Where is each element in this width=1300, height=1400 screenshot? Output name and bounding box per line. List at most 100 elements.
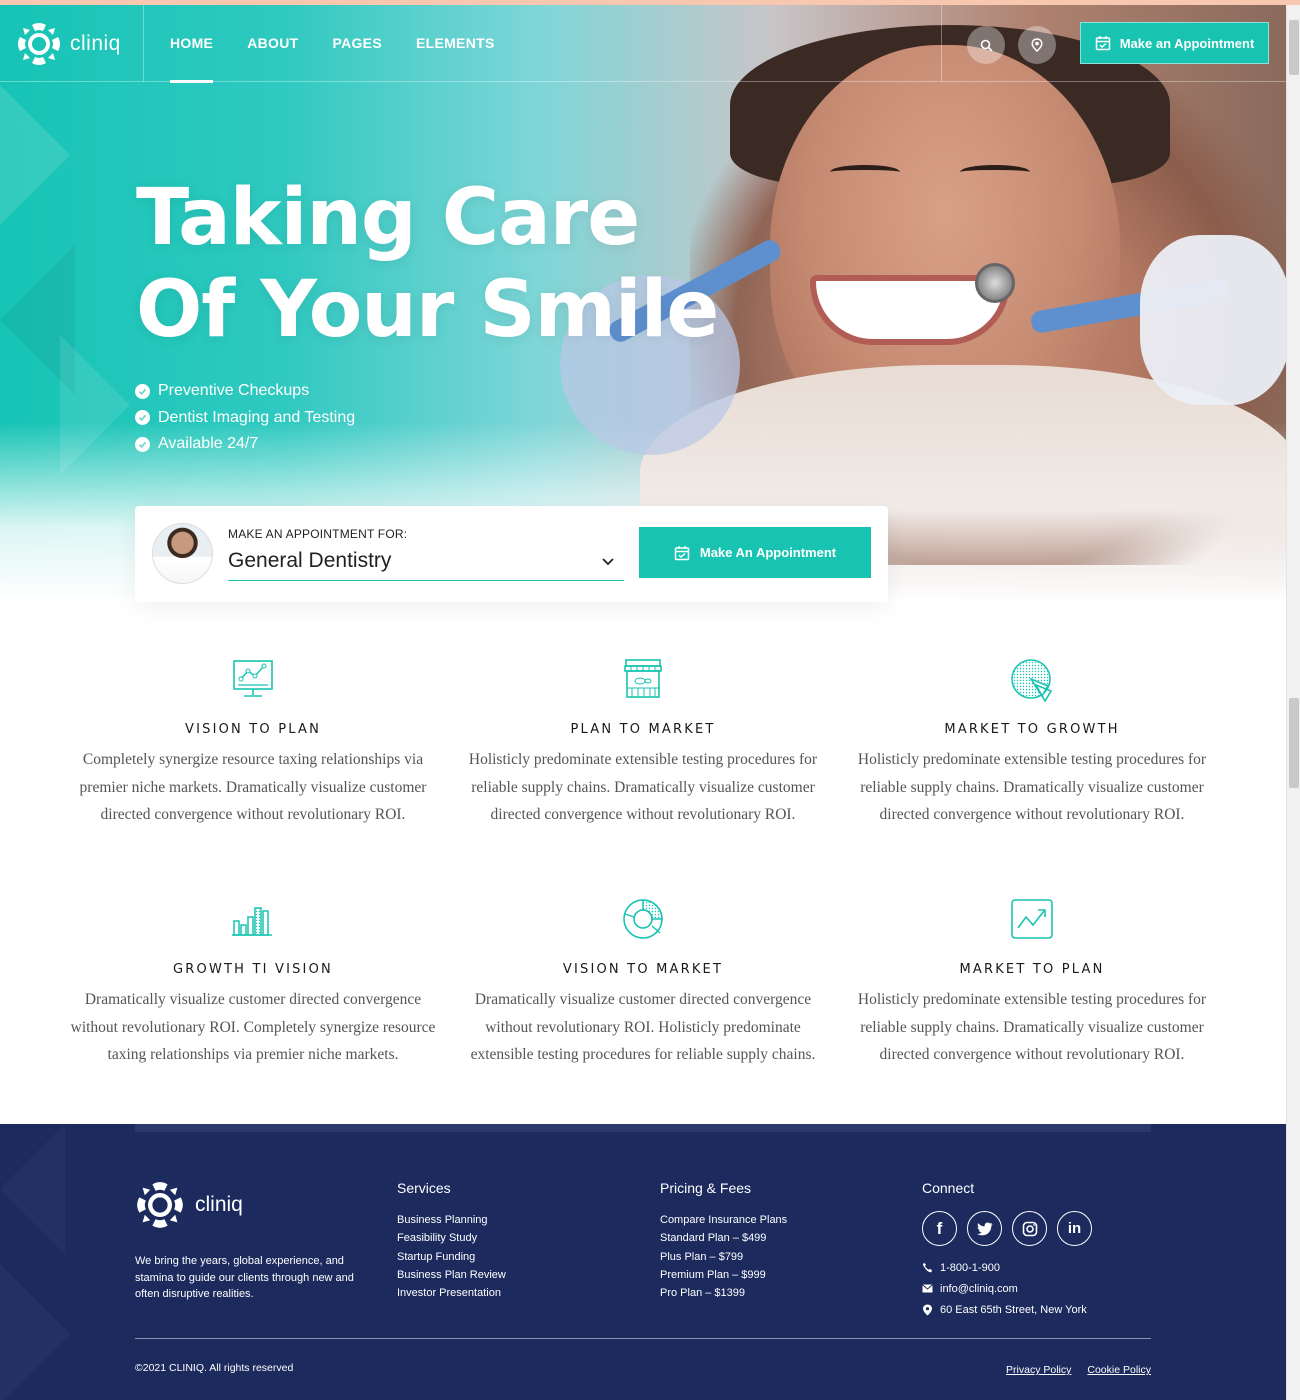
checklist-item: Available 24/7 xyxy=(135,431,355,458)
scrollbar-thumb[interactable] xyxy=(1289,20,1299,75)
instagram-button[interactable] xyxy=(1012,1211,1047,1246)
donut-chart-icon xyxy=(623,899,663,939)
nav-item-pages[interactable]: PAGES xyxy=(332,35,381,51)
service-select[interactable]: General Dentistry xyxy=(228,547,624,581)
hero-title-line-1: Taking Care xyxy=(136,173,640,263)
nav-item-elements[interactable]: ELEMENTS xyxy=(416,35,495,51)
cookie-policy-link[interactable]: Cookie Policy xyxy=(1087,1364,1151,1376)
footer-pricing-column: Pricing & Fees Compare Insurance Plans S… xyxy=(660,1180,787,1302)
appointment-label: MAKE AN APPOINTMENT FOR: xyxy=(228,527,408,541)
contact-phone-value: 1-800-1-900 xyxy=(940,1261,1000,1274)
footer-link[interactable]: Compare Insurance Plans xyxy=(660,1211,787,1229)
contact-email-value[interactable]: info@cliniq.com xyxy=(940,1283,1018,1295)
brand-logo[interactable]: cliniq xyxy=(16,21,121,67)
search-button[interactable] xyxy=(967,26,1005,64)
location-pin-icon xyxy=(1031,38,1043,52)
twitter-button[interactable] xyxy=(967,1211,1002,1246)
footer-column-heading: Pricing & Fees xyxy=(660,1180,752,1196)
logo-icon xyxy=(18,23,60,65)
submit-appointment-label: Make An Appointment xyxy=(699,545,837,560)
footer-column-heading: Connect xyxy=(922,1180,975,1196)
feature-card: PLAN TO MARKET Holisticly predominate ex… xyxy=(453,655,833,829)
feature-text: Holisticly predominate extensible testin… xyxy=(468,751,818,823)
nav-item-home[interactable]: HOME xyxy=(170,35,214,83)
submit-appointment-button[interactable]: Make An Appointment xyxy=(639,527,871,578)
chevron-down-icon xyxy=(602,558,614,566)
feature-text: Holisticly predominate extensible testin… xyxy=(857,751,1207,823)
footer-link[interactable]: Pro Plan – $1399 xyxy=(660,1284,787,1302)
checklist-item-label: Available 24/7 xyxy=(158,435,259,453)
facebook-icon: f xyxy=(936,1218,943,1238)
page-scrollbar[interactable] xyxy=(1286,5,1300,1400)
check-circle-icon xyxy=(135,383,150,399)
location-button[interactable] xyxy=(1018,26,1056,64)
checklist-item: Preventive Checkups xyxy=(135,378,355,405)
check-circle-icon xyxy=(135,436,150,452)
privacy-policy-link[interactable]: Privacy Policy xyxy=(1006,1364,1071,1376)
legal-links: Privacy Policy Cookie Policy xyxy=(1006,1364,1151,1376)
twitter-icon xyxy=(976,1222,992,1235)
brand-name: cliniq xyxy=(70,32,121,55)
envelope-icon xyxy=(922,1284,933,1293)
appointment-form: MAKE AN APPOINTMENT FOR: General Dentist… xyxy=(135,506,888,602)
search-icon xyxy=(980,39,993,52)
feature-card: MARKET TO PLAN Holisticly predominate ex… xyxy=(842,895,1222,1069)
scrollbar-thumb[interactable] xyxy=(1289,698,1299,788)
feature-text: Dramatically visualize customer directed… xyxy=(470,991,816,1063)
nav-divider xyxy=(143,5,144,82)
footer-decor-triangle xyxy=(0,1264,70,1400)
feature-title: VISION TO MARKET xyxy=(562,962,724,977)
make-appointment-button[interactable]: Make an Appointment xyxy=(1080,22,1269,64)
footer-link[interactable]: Feasibility Study xyxy=(397,1229,506,1247)
footer-logo[interactable]: cliniq xyxy=(135,1180,243,1230)
storefront-icon xyxy=(624,659,662,698)
footer-connect-column: Connect f in 1-800-1-900 info@cliniq.com… xyxy=(922,1180,1092,1317)
monitor-chart-icon xyxy=(233,660,273,697)
feature-title: MARKET TO PLAN xyxy=(959,962,1105,977)
feature-card: MARKET TO GROWTH Holisticly predominate … xyxy=(842,655,1222,829)
contact-address-value: 60 East 65th Street, New York xyxy=(940,1303,1087,1316)
nav-item-about[interactable]: ABOUT xyxy=(247,35,298,51)
pie-chart-icon xyxy=(1011,659,1053,703)
hero-checklist: Preventive Checkups Dentist Imaging and … xyxy=(135,378,355,458)
footer-link[interactable]: Investor Presentation xyxy=(397,1284,506,1302)
nav-divider xyxy=(941,5,942,82)
trend-line-icon xyxy=(1011,899,1053,939)
calendar-icon xyxy=(1095,36,1110,51)
logo-icon xyxy=(137,1182,183,1228)
checklist-item-label: Preventive Checkups xyxy=(158,382,310,400)
linkedin-button[interactable]: in xyxy=(1057,1211,1092,1246)
service-select-value: General Dentistry xyxy=(228,549,392,572)
footer-divider xyxy=(135,1338,1151,1339)
hero-title-line-2: Of Your Smile xyxy=(136,265,719,355)
hero-decor-triangle xyxy=(0,85,70,225)
footer-link[interactable]: Standard Plan – $499 xyxy=(660,1229,787,1247)
footer-link[interactable]: Startup Funding xyxy=(397,1248,506,1266)
footer-link[interactable]: Plus Plan – $799 xyxy=(660,1248,787,1266)
checklist-item: Dentist Imaging and Testing xyxy=(135,405,355,432)
contact-phone: 1-800-1-900 xyxy=(922,1260,1092,1275)
hero-decor-triangle xyxy=(60,335,130,475)
location-pin-icon xyxy=(923,1304,932,1315)
feature-title: VISION TO PLAN xyxy=(184,722,321,737)
feature-card: VISION TO MARKET Dramatically visualize … xyxy=(453,895,833,1069)
facebook-button[interactable]: f xyxy=(922,1211,957,1246)
bar-chart-icon xyxy=(232,907,272,936)
feature-title: GROWTH TI VISION xyxy=(173,962,333,977)
footer-link[interactable]: Premium Plan – $999 xyxy=(660,1266,787,1284)
make-appointment-label: Make an Appointment xyxy=(1119,35,1255,51)
check-circle-icon xyxy=(135,410,150,426)
feature-text: Completely synergize resource taxing rel… xyxy=(79,751,427,823)
feature-title: PLAN TO MARKET xyxy=(570,722,716,737)
linkedin-icon: in xyxy=(1067,1220,1082,1237)
top-navigation: cliniq HOME ABOUT PAGES ELEMENTS Make an… xyxy=(0,5,1286,83)
footer-services-column: Services Business Planning Feasibility S… xyxy=(397,1180,506,1302)
footer-brand-name: cliniq xyxy=(195,1193,243,1216)
social-links: f in xyxy=(922,1211,1092,1246)
main-menu: HOME ABOUT PAGES ELEMENTS xyxy=(170,35,495,83)
contact-address: 60 East 65th Street, New York xyxy=(922,1302,1092,1317)
feature-text: Holisticly predominate extensible testin… xyxy=(857,991,1207,1063)
footer-link[interactable]: Business Planning xyxy=(397,1211,506,1229)
footer-about-text: We bring the years, global experience, a… xyxy=(135,1255,354,1300)
footer-link[interactable]: Business Plan Review xyxy=(397,1266,506,1284)
